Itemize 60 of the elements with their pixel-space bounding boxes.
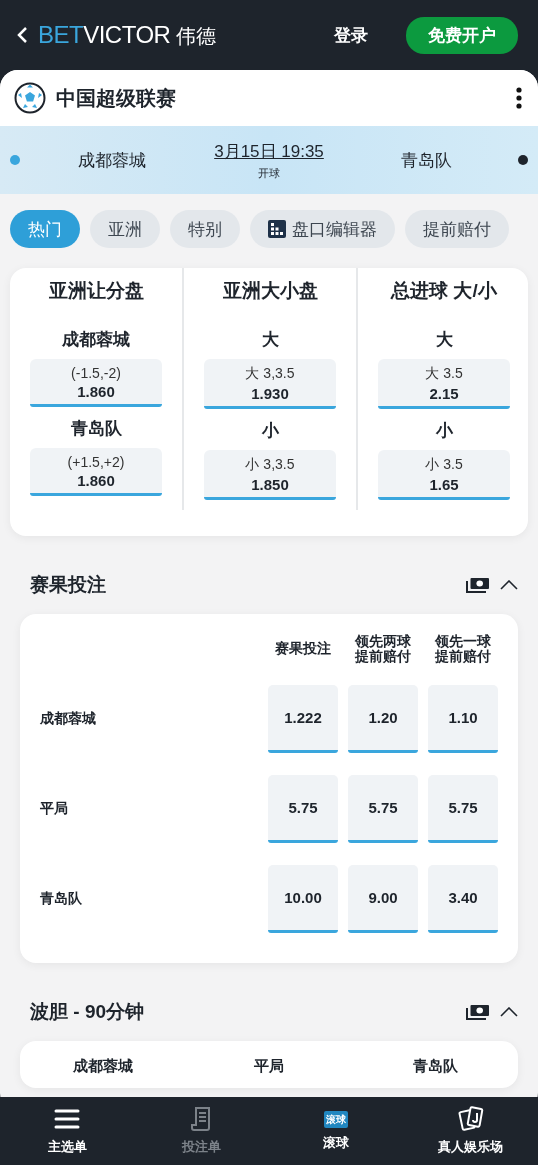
column-header: 赛果投注 [275, 641, 331, 657]
market-tab[interactable]: 亚洲 [90, 210, 160, 248]
odds-button[interactable]: 5.75 [268, 775, 338, 844]
section-title: 赛果投注 [30, 573, 107, 597]
odds-button[interactable]: 1.20 [348, 685, 418, 754]
chevron-up-icon[interactable] [500, 580, 518, 590]
nav-item[interactable]: 真人娱乐场 [403, 1097, 538, 1165]
nav-item[interactable]: 主选单 [0, 1097, 135, 1165]
odds-button[interactable]: 9.00 [348, 865, 418, 934]
selection-label: 小 [435, 420, 453, 442]
column-header: 平局 [253, 1057, 285, 1077]
odds-button[interactable]: 10.00 [268, 865, 338, 934]
row-label: 成都蓉城 [40, 710, 97, 729]
odds-button[interactable]: 大 3.5 2.15 [378, 359, 510, 409]
row-label: 青岛队 [40, 890, 83, 909]
league-title: 中国超级联赛 [56, 85, 177, 111]
team-name: 青岛队 [399, 149, 453, 172]
selection-label: 大 [435, 329, 453, 351]
cash-icon[interactable] [466, 577, 490, 593]
team-name: 成都蓉城 [77, 149, 147, 172]
row-label: 平局 [40, 800, 69, 819]
more-icon[interactable] [516, 87, 522, 109]
odds-button[interactable]: 5.75 [428, 775, 498, 844]
market-title: 总进球 大/小 [391, 279, 497, 303]
grid-icon [268, 220, 286, 238]
login-button[interactable]: 登录 [328, 19, 374, 51]
section-title: 波胆 - 90分钟 [30, 1000, 146, 1025]
back-icon[interactable] [16, 26, 28, 44]
selection-label: 大 [261, 329, 279, 351]
market-title: 亚洲让分盘 [48, 279, 144, 303]
match-status: 开球 [258, 165, 280, 181]
odds-button[interactable]: 小 3,3.5 1.850 [204, 450, 336, 500]
odds-button[interactable]: 1.222 [268, 685, 338, 754]
odds-button[interactable]: (+1.5,+2) 1.860 [30, 448, 162, 496]
odds-button[interactable]: 1.10 [428, 685, 498, 754]
market-title: 亚洲大小盘 [222, 279, 318, 303]
chevron-up-icon[interactable] [500, 1007, 518, 1018]
column-header: 青岛队 [411, 1057, 459, 1077]
market-tab[interactable]: 盘口编辑器 [250, 210, 395, 248]
column-header: 领先两球提前赔付 [355, 634, 411, 664]
selection-label: 青岛队 [70, 418, 122, 440]
selection-label: 小 [261, 420, 279, 442]
signup-button[interactable]: 免费开户 [406, 16, 518, 54]
odds-button[interactable]: 3.40 [428, 865, 498, 934]
cash-icon[interactable] [466, 1004, 490, 1021]
odds-button[interactable]: 小 3.5 1.65 [378, 450, 510, 500]
odds-button[interactable]: 5.75 [348, 775, 418, 844]
nav-item[interactable]: 滚球 滚球 [269, 1097, 404, 1165]
brand-logo: BETVICTOR 伟德 [38, 20, 216, 50]
selection-label: 成都蓉城 [62, 329, 130, 351]
kickoff-time[interactable]: 3月15日 19:35 [214, 139, 324, 163]
market-tab[interactable]: 提前赔付 [405, 210, 509, 248]
live-badge: 滚球 [324, 1110, 349, 1128]
column-header: 成都蓉城 [72, 1057, 134, 1077]
odds-button[interactable]: 大 3,3.5 1.930 [204, 359, 336, 409]
soccer-ball-icon [14, 82, 46, 114]
odds-button[interactable]: (-1.5,-2) 1.860 [30, 359, 162, 407]
column-header: 领先一球提前赔付 [435, 634, 491, 664]
playing-cards-icon [457, 1106, 484, 1132]
market-tab[interactable]: 特别 [170, 210, 240, 248]
